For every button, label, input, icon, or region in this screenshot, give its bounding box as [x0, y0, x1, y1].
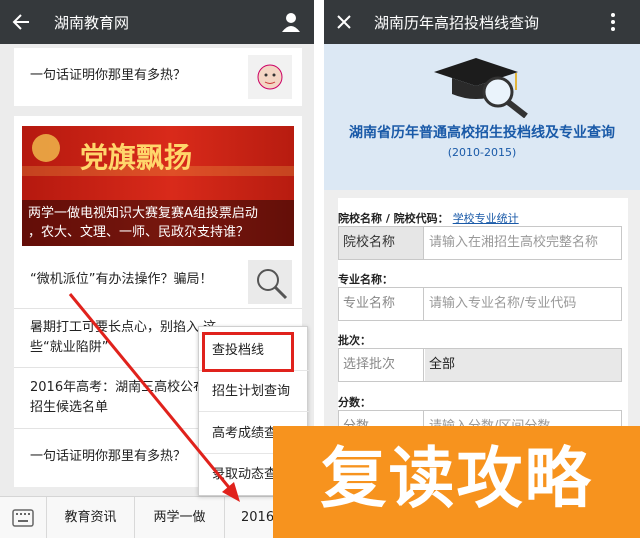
overlay-banner: 复读攻略	[273, 426, 640, 538]
overlay-text: 复读攻略	[320, 440, 593, 517]
